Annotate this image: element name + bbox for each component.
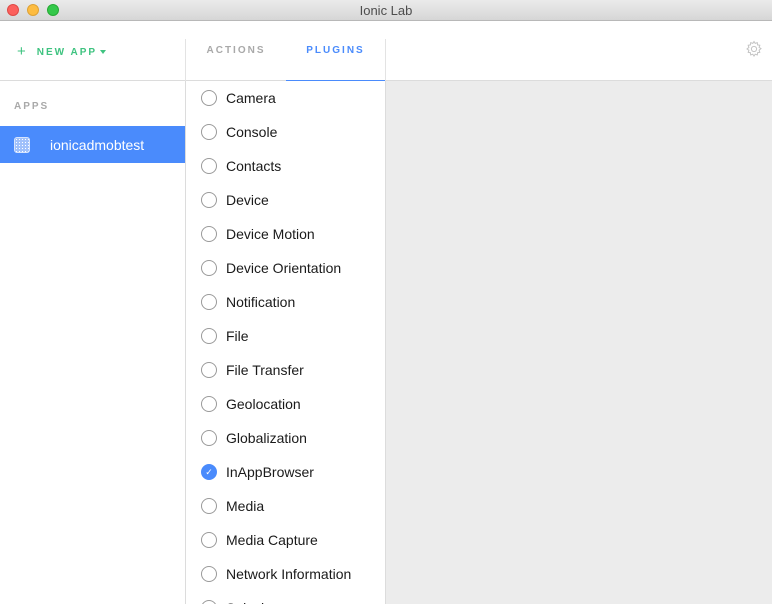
plugin-checkbox[interactable]	[201, 294, 217, 310]
plugin-label: Media Capture	[226, 532, 318, 548]
plugin-label: Network Information	[226, 566, 352, 582]
plugin-item[interactable]: File Transfer	[186, 353, 385, 387]
plugin-label: Device Motion	[226, 226, 315, 242]
plugin-list: Camera Console Contacts Device Device Motion…	[186, 81, 386, 604]
plugin-checkbox[interactable]	[201, 124, 217, 140]
check-icon: ✓	[205, 466, 213, 477]
plugin-item[interactable]: Camera	[186, 81, 385, 115]
plugin-label: Geolocation	[226, 396, 301, 412]
plugin-item[interactable]: Media Capture	[186, 523, 385, 557]
plugin-item[interactable]: Network Information	[186, 557, 385, 591]
plugin-label: File Transfer	[226, 362, 304, 378]
gear-icon[interactable]	[745, 40, 763, 58]
app-name: ionicadmobtest	[50, 136, 145, 153]
plugin-item[interactable]: Contacts	[186, 149, 385, 183]
apps-sidebar: APPS ionicadmobtest	[0, 81, 186, 604]
caret-down-icon	[100, 50, 107, 54]
plugin-item[interactable]: Notification	[186, 285, 385, 319]
plugin-item[interactable]: Media	[186, 489, 385, 523]
plugin-checkbox[interactable]	[201, 430, 217, 446]
window-title: Ionic Lab	[359, 3, 413, 18]
plugin-item[interactable]: Console	[186, 115, 385, 149]
plugin-label: Contacts	[226, 158, 282, 174]
plugin-item[interactable]: Device Orientation	[186, 251, 385, 285]
plugin-label: Media	[226, 498, 265, 514]
tab-plugins[interactable]: PLUGINS	[286, 21, 385, 81]
plugin-checkbox[interactable]	[201, 362, 217, 378]
plugin-checkbox[interactable]	[201, 260, 217, 276]
plugin-checkbox[interactable]	[201, 532, 217, 548]
plugin-item[interactable]: ✓ InAppBrowser	[186, 455, 385, 489]
plugin-item[interactable]: File	[186, 319, 385, 353]
plugin-checkbox[interactable]	[201, 566, 217, 582]
plugin-checkbox[interactable]	[201, 498, 217, 514]
plugin-checkbox[interactable]	[201, 396, 217, 412]
new-app-button[interactable]: + NEW APP	[17, 43, 107, 60]
plugin-checkbox[interactable]	[201, 226, 217, 242]
plugin-label: Splash	[226, 600, 269, 604]
plugin-item[interactable]: Device	[186, 183, 385, 217]
app-item-ionicadmobtest[interactable]: ionicadmobtest	[0, 126, 185, 163]
plugin-checkbox[interactable]	[201, 90, 217, 106]
plugin-label: Globalization	[226, 430, 307, 446]
title-bar: Ionic Lab	[0, 0, 772, 21]
apps-section-label: APPS	[14, 101, 50, 112]
tab-divider	[385, 39, 386, 81]
plugin-label: Device	[226, 192, 269, 208]
app-header: + NEW APP ACTIONS PLUGINS	[0, 21, 772, 81]
app-icon	[14, 136, 30, 153]
plugin-label: File	[226, 328, 249, 344]
new-app-label: NEW APP	[36, 46, 98, 58]
content-area	[386, 81, 772, 604]
tab-actions[interactable]: ACTIONS	[186, 21, 286, 80]
plugin-checkbox[interactable]	[201, 192, 217, 208]
plugin-checkbox[interactable]	[201, 158, 217, 174]
plugin-item[interactable]: Device Motion	[186, 217, 385, 251]
plugin-label: Console	[226, 124, 278, 140]
plugin-item[interactable]: Splash	[186, 591, 385, 604]
plugin-checkbox[interactable]: ✓	[201, 464, 217, 480]
plugin-checkbox[interactable]	[201, 600, 217, 604]
plugin-label: Notification	[226, 294, 296, 310]
plugin-item[interactable]: Geolocation	[186, 387, 385, 421]
plugin-label: Camera	[226, 90, 276, 106]
plugin-item[interactable]: Globalization	[186, 421, 385, 455]
plugin-label: Device Orientation	[226, 260, 342, 276]
plugin-checkbox[interactable]	[201, 328, 217, 344]
plugin-label: InAppBrowser	[226, 464, 314, 480]
plus-icon: +	[17, 43, 26, 60]
